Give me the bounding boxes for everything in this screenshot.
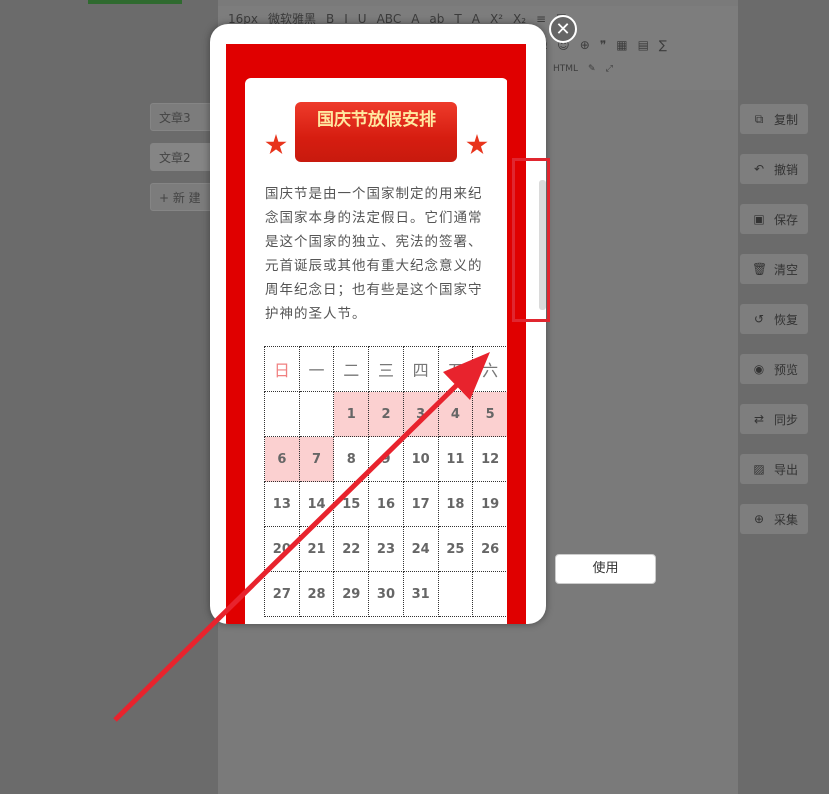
annotation-arrow (113, 352, 490, 722)
